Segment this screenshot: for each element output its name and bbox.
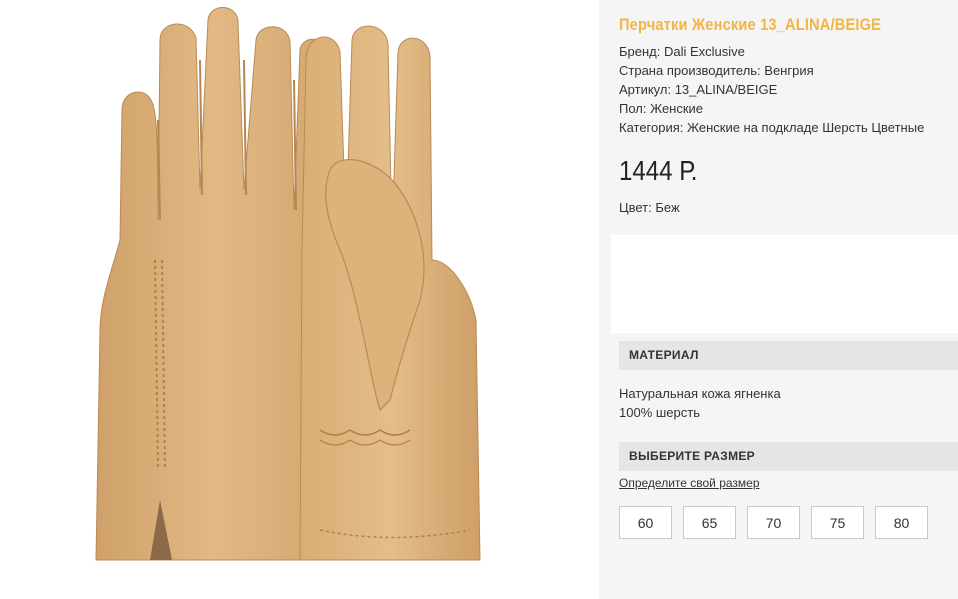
product-info-panel: Перчатки Женские 13_ALINA/BEIGE Бренд: D… — [599, 0, 958, 599]
size-button-65[interactable]: 65 — [683, 506, 736, 539]
size-heading: ВЫБЕРИТЕ РАЗМЕР — [619, 442, 958, 471]
spec-brand: Бренд: Dali Exclusive — [619, 44, 745, 59]
product-photo-area — [0, 0, 600, 599]
spec-gender: Пол: Женские — [619, 101, 704, 116]
size-button-70[interactable]: 70 — [747, 506, 800, 539]
material-heading: МАТЕРИАЛ — [619, 341, 958, 370]
size-options: 60 65 70 75 80 — [619, 506, 928, 539]
product-photo[interactable] — [0, 0, 548, 575]
product-color: Цвет: Беж — [619, 200, 680, 215]
material-line: 100% шерсть — [619, 405, 700, 420]
product-specs: Бренд: Dali Exclusive Страна производите… — [619, 42, 924, 137]
size-button-75[interactable]: 75 — [811, 506, 864, 539]
material-description: Натуральная кожа ягненка 100% шерсть — [619, 384, 781, 422]
size-button-80[interactable]: 80 — [875, 506, 928, 539]
spec-country: Страна производитель: Венгрия — [619, 63, 814, 78]
product-price: 1444 Р. — [619, 155, 698, 186]
size-guide-link[interactable]: Определите свой размер — [619, 476, 760, 490]
glove-pair-photo — [95, 7, 481, 561]
blank-panel — [611, 235, 958, 333]
spec-category: Категория: Женские на подкладе Шерсть Цв… — [619, 120, 925, 135]
product-title: Перчатки Женские 13_ALINA/BEIGE — [619, 15, 882, 34]
material-line: Натуральная кожа ягненка — [619, 386, 781, 401]
spec-article: Артикул: 13_ALINA/BEIGE — [619, 82, 778, 97]
size-button-60[interactable]: 60 — [619, 506, 672, 539]
